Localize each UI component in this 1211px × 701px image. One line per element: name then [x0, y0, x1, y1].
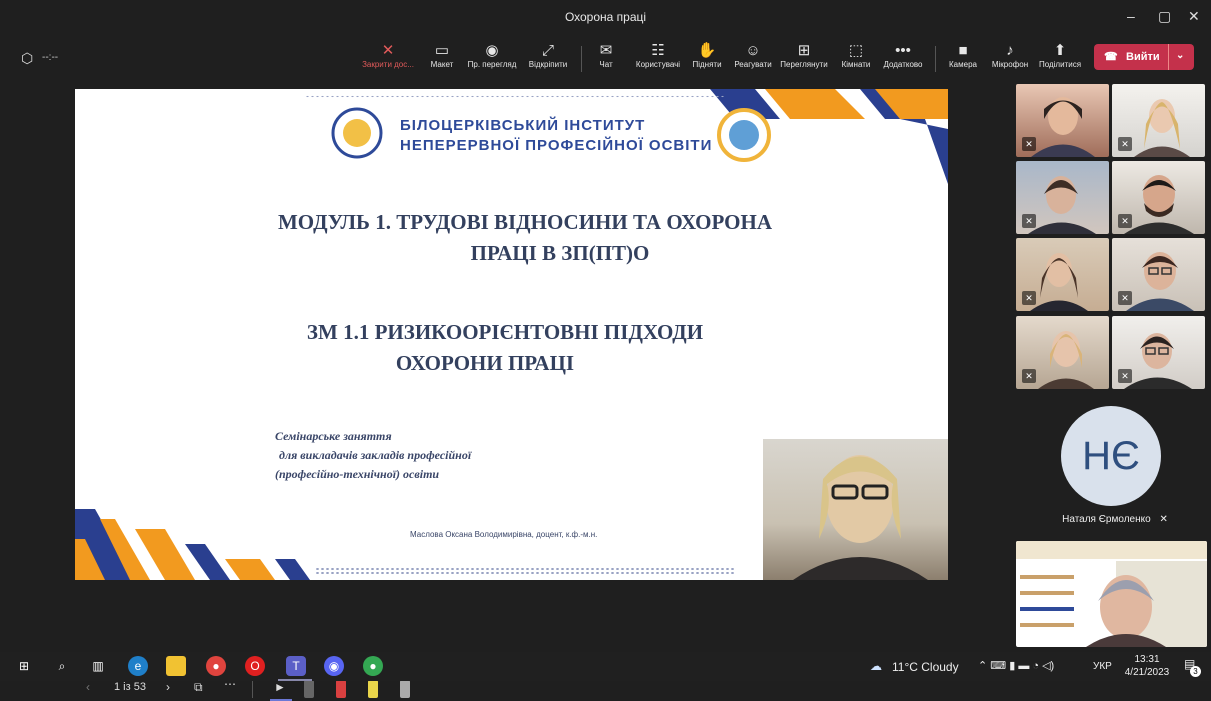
pen-gray-icon[interactable]: [304, 680, 314, 698]
chat-icon: ✉: [599, 42, 613, 59]
mic-muted-icon: ✕: [1022, 369, 1036, 383]
camera-icon: ■: [958, 42, 968, 59]
edge-browser-icon[interactable]: e: [128, 656, 148, 676]
mic-muted-icon: ✕: [1118, 137, 1132, 151]
view-grid-icon: ⊞: [797, 42, 811, 59]
search-icon[interactable]: ⌕: [52, 656, 72, 676]
self-view-video[interactable]: [1016, 541, 1207, 647]
close-share-icon: ✕: [381, 42, 395, 59]
clock-time[interactable]: 13:31: [1123, 654, 1171, 665]
chevron-down-icon[interactable]: ⌄: [1176, 50, 1184, 61]
mic-muted-icon: ✕: [1022, 214, 1036, 228]
minimize-icon[interactable]: –: [1127, 8, 1135, 24]
close-window-icon[interactable]: ✕: [1188, 8, 1200, 25]
people-icon: ☷: [651, 42, 665, 59]
participant-video[interactable]: ✕: [1016, 238, 1109, 311]
participant-video[interactable]: ✕: [1112, 161, 1205, 234]
meeting-timer: --:--: [42, 52, 59, 63]
highlighter-icon[interactable]: [368, 680, 378, 698]
avatar[interactable]: НЄ: [1061, 406, 1161, 506]
mic-muted-icon: ✕: [1022, 291, 1036, 305]
microphone-button[interactable]: ♪ Мікрофон: [988, 42, 1032, 69]
preview-button[interactable]: ◉ Пр. перегляд: [464, 42, 520, 69]
people-button[interactable]: ☷ Користувачі: [630, 42, 686, 69]
stop-sharing-button[interactable]: ✕ Закрити дос...: [360, 42, 416, 69]
participant-video[interactable]: ✕: [1112, 238, 1205, 311]
view-button[interactable]: ⊞ Переглянути: [778, 42, 830, 69]
eraser-icon[interactable]: [400, 680, 410, 698]
leave-button[interactable]: ☎ Вийти ⌄: [1094, 44, 1194, 70]
participant-video[interactable]: ✕: [1016, 316, 1109, 389]
participant-video[interactable]: ✕: [1112, 84, 1205, 157]
react-button[interactable]: ☺ Реагувати: [731, 42, 775, 69]
laser-pointer-icon[interactable]: ►: [274, 680, 286, 694]
author-line: Маслова Оксана Володимирівна, доцент, к.…: [410, 530, 598, 539]
camera-button[interactable]: ■ Камера: [946, 42, 980, 69]
mic-muted-icon: ✕: [1118, 291, 1132, 305]
raise-hand-icon: ✋: [697, 42, 717, 59]
previous-slide-icon[interactable]: ‹: [86, 680, 90, 694]
title-bar: Охорона праці – ▢ ✕: [0, 0, 1211, 34]
clock-date[interactable]: 4/21/2023: [1118, 667, 1176, 678]
microphone-icon: ♪: [1006, 42, 1014, 59]
institute-name: БІЛОЦЕРКІВСЬКИЙ ІНСТИТУТ НЕПЕРЕРВНОЇ ПРО…: [400, 117, 713, 154]
share-button[interactable]: ⬆ Поділитися: [1035, 42, 1085, 69]
rooms-icon: ⬚: [848, 42, 864, 59]
cloud-icon: ☁: [870, 659, 882, 673]
file-explorer-icon[interactable]: [166, 656, 186, 676]
preview-eye-icon: ◉: [485, 42, 499, 59]
task-view-icon[interactable]: ▥: [88, 656, 108, 676]
more-icon: •••: [895, 42, 911, 59]
unpin-button[interactable]: ⤢ Відкріпити: [524, 42, 572, 69]
share-icon: ⬆: [1053, 42, 1067, 59]
unpin-icon: ⤢: [541, 42, 554, 59]
discord-icon[interactable]: ◉: [324, 656, 344, 676]
participant-name: Наталя Єрмоленко ✕: [1062, 514, 1168, 525]
opera-icon[interactable]: O: [245, 656, 265, 676]
layout-icon: ▭: [434, 42, 450, 59]
next-slide-icon[interactable]: ›: [166, 680, 170, 694]
more-button[interactable]: ••• Додатково: [880, 42, 926, 69]
chat-button[interactable]: ✉ Чат: [594, 42, 618, 69]
windows-taskbar: ⊞ ⌕ ▥ e ● O T ◉ ● ☁ 11°C Cloudy ⌃ ⌨ ▮ ▬ …: [0, 652, 1211, 681]
rooms-button[interactable]: ⬚ Кімнати: [838, 42, 874, 69]
language-indicator[interactable]: УКР: [1093, 661, 1112, 672]
pen-red-icon[interactable]: [336, 680, 346, 698]
layout-button[interactable]: ▭ Макет: [426, 42, 458, 69]
slide-counter: 1 із 53: [114, 681, 146, 693]
module-heading: МОДУЛЬ 1. ТРУДОВІ ВІДНОСИНИ ТА ОХОРОНА П…: [277, 210, 773, 265]
mic-muted-icon: ✕: [1022, 137, 1036, 151]
weather-text[interactable]: 11°C Cloudy: [892, 660, 959, 674]
chrome-profile-icon[interactable]: ●: [363, 656, 383, 676]
windows-start-icon[interactable]: ⊞: [14, 656, 34, 676]
participant-video[interactable]: ✕: [1016, 161, 1109, 234]
shared-content-stage: БІЛОЦЕРКІВСЬКИЙ ІНСТИТУТ НЕПЕРЕРВНОЇ ПРО…: [0, 84, 1011, 701]
participant-video[interactable]: ✕: [1016, 84, 1109, 157]
raise-hand-button[interactable]: ✋ Підняти: [689, 42, 725, 69]
notification-count: 3: [1190, 666, 1201, 677]
presentation-slide: БІЛОЦЕРКІВСЬКИЙ ІНСТИТУТ НЕПЕРЕРВНОЇ ПРО…: [75, 89, 948, 580]
teams-icon[interactable]: T: [286, 656, 306, 676]
presenter-video: [763, 439, 948, 580]
react-smile-icon: ☺: [745, 42, 761, 59]
slide-grid-icon[interactable]: ⧉: [194, 680, 203, 695]
mic-muted-icon: ✕: [1118, 214, 1132, 228]
chrome-icon[interactable]: ●: [206, 656, 226, 676]
seminar-description: Семінарське заняття для викладачів закла…: [275, 429, 472, 481]
mic-muted-icon: ✕: [1118, 369, 1132, 383]
submodule-heading: ЗМ 1.1 РИЗИКООРІЄНТОВНІ ПІДХОДИ ОХОРОНИ …: [306, 320, 704, 375]
window-title: Охорона праці: [564, 10, 647, 24]
system-tray-icons[interactable]: ⌃ ⌨ ▮ ▬ ◔ ◁): [978, 659, 1054, 672]
mic-muted-icon: ✕: [1159, 514, 1168, 525]
participant-video[interactable]: ✕: [1112, 316, 1205, 389]
maximize-icon[interactable]: ▢: [1158, 8, 1171, 25]
phone-hangup-icon: ☎: [1104, 51, 1118, 63]
shield-icon: ⬡: [21, 50, 34, 66]
meeting-toolbar: ⬡ --:-- ✕ Закрити дос... ▭ Макет ◉ Пр. пере…: [0, 34, 1211, 84]
